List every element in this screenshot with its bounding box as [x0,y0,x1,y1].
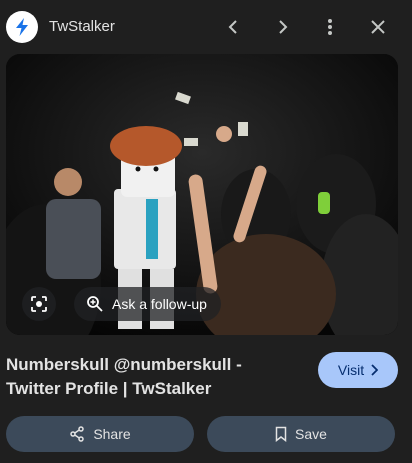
more-vert-icon [328,19,332,35]
next-button[interactable] [268,13,296,41]
top-bar: TwStalker [0,0,412,54]
share-icon [70,426,85,442]
google-lens-icon [31,296,47,312]
ask-follow-up-button[interactable]: Ask a follow-up [74,287,221,321]
chevron-right-icon [371,364,379,376]
site-logo-icon [6,11,38,43]
bookmark-icon [275,426,287,442]
site-name: TwStalker [49,18,115,35]
ask-follow-up-label: Ask a follow-up [112,296,207,312]
result-title[interactable]: Numberskull @numberskull - Twitter Profi… [6,353,296,401]
chevron-right-icon [279,20,288,34]
visit-label: Visit [337,362,365,378]
search-plus-icon [87,296,103,312]
share-label: Share [93,426,131,442]
google-lens-button[interactable] [22,287,56,321]
previous-button[interactable] [220,13,248,41]
save-label: Save [295,426,327,442]
result-image[interactable]: Ask a follow-up [6,54,398,335]
share-button[interactable]: Share [6,416,194,452]
more-options-button[interactable] [316,13,344,41]
chevron-left-icon [228,20,237,34]
save-button[interactable]: Save [207,416,395,452]
close-button[interactable] [364,13,392,41]
visit-button[interactable]: Visit [318,352,398,388]
close-icon [371,20,385,34]
